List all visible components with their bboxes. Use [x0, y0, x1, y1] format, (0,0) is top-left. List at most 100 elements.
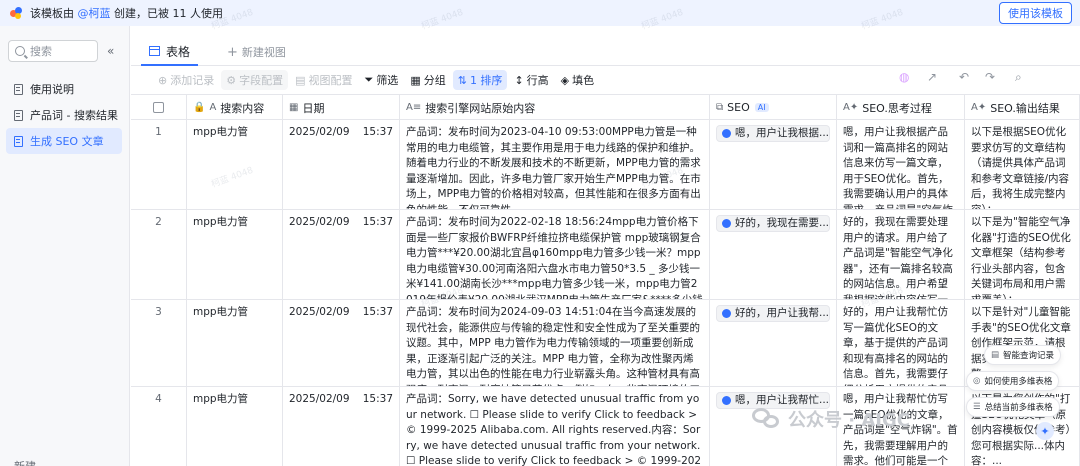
search-placeholder: 搜索: [30, 45, 52, 58]
sidebar-item-generate-seo[interactable]: 生成 SEO 文章: [6, 128, 122, 154]
sidebar-item-search-results[interactable]: 产品词 - 搜索结果: [6, 102, 122, 128]
undo-icon[interactable]: ↶: [959, 70, 969, 84]
banner-suffix: 创建，已被 11 人使用: [114, 7, 223, 20]
use-template-button[interactable]: 使用该模板: [999, 2, 1072, 24]
lock-icon: 🔒: [193, 102, 206, 113]
add-record-label: 添加记录: [170, 74, 215, 87]
calendar-icon: ▦: [289, 102, 299, 113]
row-height-icon: ↕: [514, 73, 524, 87]
sidebar-search-input[interactable]: 搜索: [8, 40, 98, 62]
ai-record-icon: [722, 396, 731, 405]
history-icon: ▤: [991, 350, 1000, 360]
header-seo[interactable]: ⧉ SEO AI: [710, 95, 837, 120]
output-cell[interactable]: 以下是根据SEO优化要求仿写的文章结构（请提供具体产品词和参考文章链接/内容后，…: [965, 120, 1080, 209]
row-number: 2: [131, 210, 187, 299]
filter-icon: ⏷: [364, 73, 374, 86]
row-height-button[interactable]: ↕ 行高: [509, 70, 553, 90]
header-select-all[interactable]: [131, 95, 187, 120]
select-all-checkbox[interactable]: [153, 102, 164, 113]
wechat-watermark: 公众号 · AIGC: [750, 395, 910, 443]
link-field-icon: ⧉: [716, 102, 724, 113]
add-circle-icon: ⊕: [158, 73, 168, 87]
ai-text-field-icon: A✦: [971, 102, 987, 113]
source-cell[interactable]: 产品词：发布时间为2024-09-03 14:51:04在当今高速发展的现代社会…: [400, 300, 710, 386]
view-config-button[interactable]: ▤ 视图配置: [290, 70, 357, 90]
smart-query-button[interactable]: ▤ 智能查询记录: [984, 345, 1062, 365]
thinking-cell[interactable]: 嗯，用户让我根据产品词和一篇高排名的网站信息来仿写一篇文章，用于SEO优化。首先…: [837, 120, 965, 209]
date-cell[interactable]: 2025/02/09 15:37: [283, 300, 400, 386]
group-button[interactable]: ▦ 分组: [405, 70, 450, 90]
share-icon[interactable]: ↗: [927, 70, 937, 84]
ai-assistant-icon[interactable]: ◍: [899, 70, 909, 84]
fill-color-button[interactable]: ◈ 填色: [556, 70, 599, 90]
summary-label: 总结当前多维表格: [984, 403, 1053, 413]
keyword-cell[interactable]: mpp电力管: [187, 120, 283, 209]
summary-icon: ☰: [973, 402, 981, 412]
seo-record-text: 好的，用户让我帮...: [735, 306, 830, 319]
sidebar-new-button[interactable]: 新建: [14, 458, 36, 466]
collapse-sidebar-icon[interactable]: «: [107, 44, 114, 58]
group-label: 分组: [423, 74, 446, 87]
date-cell[interactable]: 2025/02/09 15:37: [283, 387, 400, 466]
keyword-cell[interactable]: mpp电力管: [187, 300, 283, 386]
view-config-label: 视图配置: [308, 74, 353, 87]
document-icon: [14, 109, 23, 121]
source-cell[interactable]: 产品词：Sorry, we have detected unusual traf…: [400, 387, 710, 466]
toolbar: ⊕ 添加记录 ⚙ 字段配置 ▤ 视图配置 ⏷ 筛选 ▦ 分组 ⇅ 1 排序 ↕ 行高 ◈ 填色 …: [131, 66, 1080, 94]
source-cell[interactable]: 产品词：发布时间为2023-04-10 09:53:00MPP电力管是一种常用的…: [400, 120, 710, 209]
time-value: 15:37: [362, 126, 393, 138]
how-to-use-button[interactable]: ◎ 如何使用多维表格: [966, 371, 1060, 391]
header-thinking-label: SEO.思考过程: [862, 101, 932, 115]
sort-button[interactable]: ⇅ 1 排序: [452, 70, 508, 90]
keyword-cell[interactable]: mpp电力管: [187, 387, 283, 466]
seo-cell[interactable]: 嗯，用户让我根据...: [710, 120, 837, 209]
date-cell[interactable]: 2025/02/09 15:37: [283, 120, 400, 209]
field-config-button[interactable]: ⚙ 字段配置: [221, 70, 289, 90]
seo-record-pill[interactable]: 好的，我现在需要...: [716, 215, 830, 232]
ai-sparkle-icon[interactable]: ✦: [1036, 422, 1054, 440]
add-record-button[interactable]: ⊕ 添加记录: [153, 70, 219, 90]
output-cell[interactable]: 以下是为"智能空气净化器"打造的SEO优化文章框架（结构参考行业头部内容，包含关…: [965, 210, 1080, 299]
header-source-label: 搜索引擎网站原始内容: [425, 101, 536, 115]
row-number: 3: [131, 300, 187, 386]
header-output[interactable]: A✦ SEO.输出结果: [965, 95, 1080, 120]
keyword-cell[interactable]: mpp电力管: [187, 210, 283, 299]
seo-cell[interactable]: 好的，用户让我帮...: [710, 300, 837, 386]
gear-icon: ⚙: [226, 73, 237, 87]
table-row[interactable]: 3 mpp电力管 2025/02/09 15:37 产品词：发布时间为2024-0…: [131, 300, 1080, 387]
source-cell[interactable]: 产品词：发布时间为2022-02-18 18:56:24mpp电力管价格下面是一…: [400, 210, 710, 299]
table-header: 🔒 A 搜索内容 ▦ 日期 A≡ 搜索引擎网站原始内容 ⧉ SEO AI A✦ …: [131, 94, 1080, 120]
fill-color-label: 填色: [572, 74, 595, 87]
thinking-cell[interactable]: 好的，我现在需要处理用户的请求。用户给了产品词是"智能空气净化器"，还有一篇排名…: [837, 210, 965, 299]
banner-author-link[interactable]: @柯蓝: [78, 7, 111, 20]
table-row[interactable]: 2 mpp电力管 2025/02/09 15:37 产品词：发布时间为2022-0…: [131, 210, 1080, 300]
redo-icon[interactable]: ↷: [985, 70, 995, 84]
header-thinking[interactable]: A✦ SEO.思考过程: [837, 95, 965, 120]
ai-badge: AI: [754, 103, 769, 112]
filter-button[interactable]: ⏷ 筛选: [360, 70, 404, 90]
header-seo-label: SEO: [727, 101, 750, 114]
search-table-icon[interactable]: ⌕: [1015, 70, 1022, 85]
sidebar-item-label: 生成 SEO 文章: [30, 135, 104, 148]
view-tabbar: 表格 + 新建视图: [131, 38, 1080, 66]
main-area: 表格 + 新建视图 ⊕ 添加记录 ⚙ 字段配置 ▤ 视图配置 ⏷ 筛选 ▦ 分组 ⇅ 1 排…: [131, 26, 1080, 466]
table-row[interactable]: 1 mpp电力管 2025/02/09 15:37 产品词：发布时间为2023-0…: [131, 120, 1080, 210]
sort-label: 1 排序: [469, 74, 503, 87]
help-icon: ◎: [973, 376, 981, 386]
seo-record-pill[interactable]: 好的，用户让我帮...: [716, 305, 830, 322]
header-date[interactable]: ▦ 日期: [283, 95, 400, 120]
wechat-icon: [750, 404, 784, 434]
summary-button[interactable]: ☰ 总结当前多维表格: [966, 397, 1060, 417]
tab-table[interactable]: 表格: [141, 38, 199, 66]
date-value: 2025/02/09: [289, 216, 350, 228]
sidebar-item-instructions[interactable]: 使用说明: [6, 76, 122, 102]
new-view-button[interactable]: + 新建视图: [227, 38, 286, 66]
seo-record-pill[interactable]: 嗯，用户让我根据...: [716, 125, 830, 142]
thinking-cell[interactable]: 好的，用户让我帮忙仿写一篇优化SEO的文章，基于提供的产品词和现有高排名的网站的…: [837, 300, 965, 386]
header-source[interactable]: A≡ 搜索引擎网站原始内容: [400, 95, 710, 120]
header-keyword[interactable]: 🔒 A 搜索内容: [187, 95, 283, 120]
template-banner: 该模板由 @柯蓝 创建，已被 11 人使用 使用该模板: [0, 0, 1080, 26]
date-cell[interactable]: 2025/02/09 15:37: [283, 210, 400, 299]
table-row[interactable]: 4 mpp电力管 2025/02/09 15:37 产品词：Sorry, we h…: [131, 387, 1080, 466]
seo-cell[interactable]: 好的，我现在需要...: [710, 210, 837, 299]
